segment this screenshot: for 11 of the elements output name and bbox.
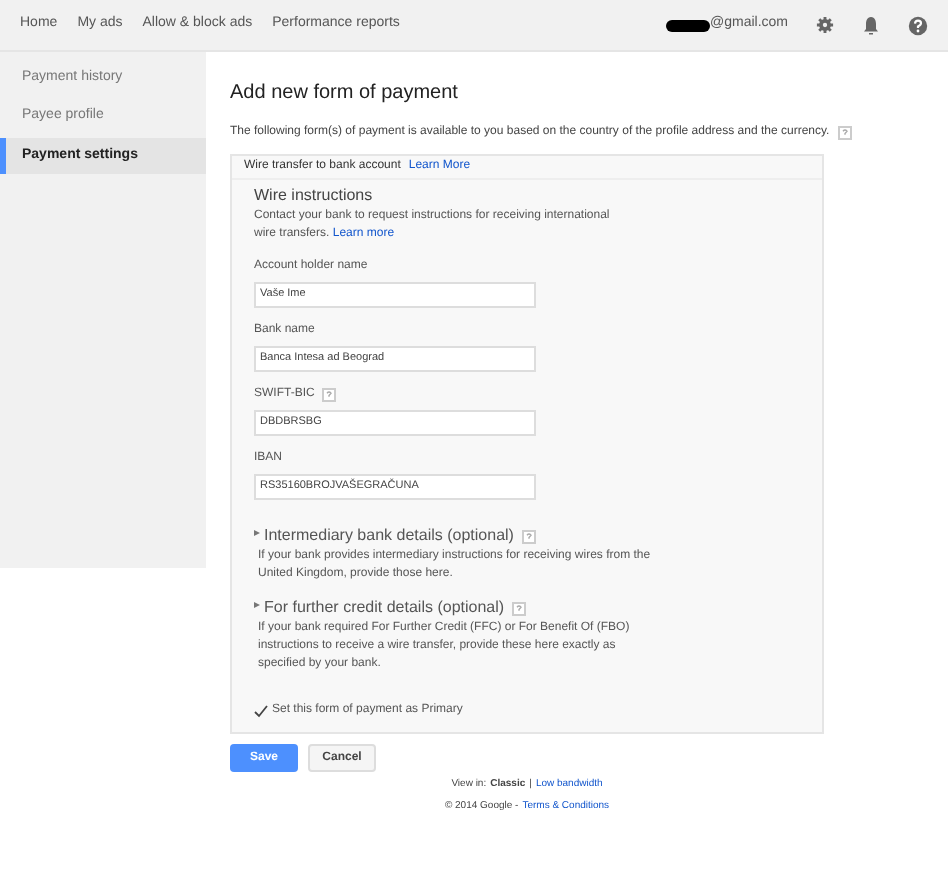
checkbox[interactable] xyxy=(254,704,268,718)
help-icon[interactable] xyxy=(908,15,928,35)
redaction-mark xyxy=(665,19,710,31)
bell-icon[interactable] xyxy=(862,15,880,35)
page-title: Add new form of payment xyxy=(230,80,460,108)
settings-icon[interactable] xyxy=(816,16,834,34)
expand-triangle-icon[interactable] xyxy=(254,530,260,536)
section-heading[interactable]: For further credit details (optional) xyxy=(264,596,505,620)
section-title: Wire instructions xyxy=(254,184,375,208)
expand-triangle-icon[interactable] xyxy=(254,602,260,608)
section-heading[interactable]: Intermediary bank details (optional) xyxy=(264,524,514,548)
